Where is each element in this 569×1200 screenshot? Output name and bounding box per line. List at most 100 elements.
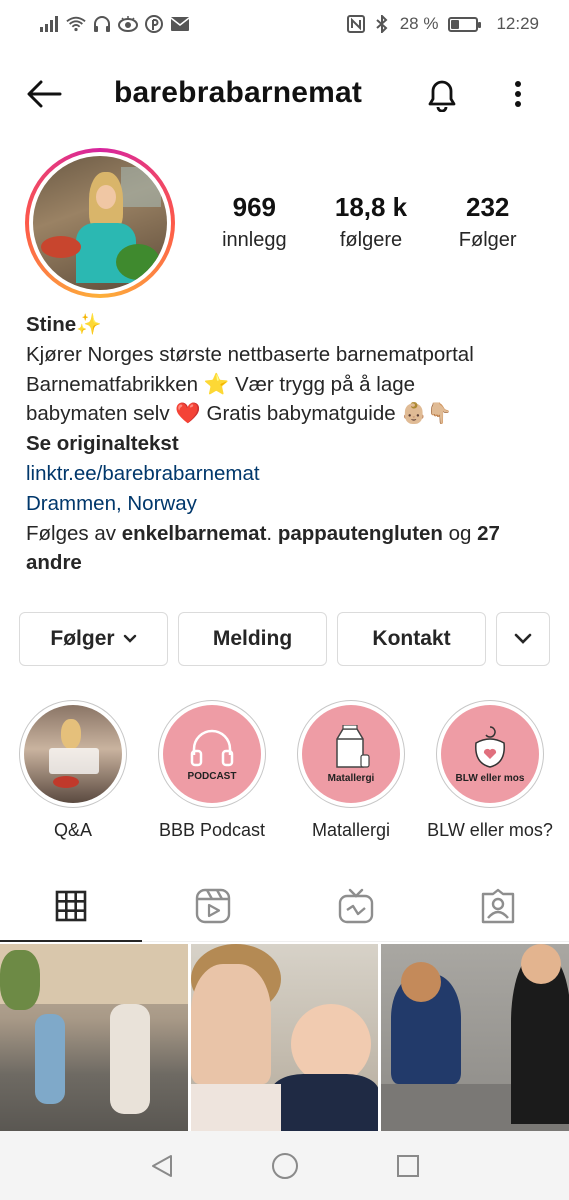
followed-by-line[interactable]: Følges av enkelbarnemat. pappautengluten… xyxy=(26,519,546,579)
milk-carton-icon xyxy=(336,724,370,768)
battery-percent: 28 % xyxy=(399,14,439,33)
following-button[interactable]: Følger xyxy=(19,612,168,666)
highlight-image-text: PODCAST xyxy=(187,770,237,782)
suggested-accounts-button[interactable] xyxy=(496,612,550,666)
stat-posts[interactable]: 969 innlegg xyxy=(196,192,313,252)
clock: 12:29 xyxy=(496,14,539,33)
story-highlights: Q&A PODCAST BBB Podcast Matallergi Matal… xyxy=(0,700,569,850)
post-thumbnail[interactable] xyxy=(190,944,379,1131)
post-baby xyxy=(290,1004,371,1084)
bio-line-1: Kjører Norges største nettbaserte barnem… xyxy=(26,342,474,366)
post-child-2 xyxy=(110,1004,150,1114)
chevron-down-icon xyxy=(514,633,532,644)
see-original-text-link[interactable]: Se originaltekst xyxy=(26,429,546,459)
post-child-1 xyxy=(35,1014,65,1104)
igtv-icon xyxy=(338,888,373,923)
chevron-down-icon xyxy=(123,634,136,643)
tagged-icon xyxy=(481,888,515,923)
tab-reels[interactable] xyxy=(142,870,284,941)
bio-line-2: Barnematfabrikken ⭐ Vær trygg på å lage xyxy=(26,370,546,400)
highlight-matallergi[interactable]: Matallergi Matallergi xyxy=(286,700,416,841)
tab-posts-grid[interactable] xyxy=(0,870,143,942)
highlight-blw-image: BLW eller mos xyxy=(441,705,539,803)
following-count: 232 xyxy=(465,192,510,222)
pinterest-icon xyxy=(144,15,164,33)
back-arrow-icon xyxy=(27,80,62,108)
post-tree xyxy=(0,950,40,1010)
bio-line-2-text-b: Vær trygg på å lage xyxy=(229,372,416,396)
highlight-ring: PODCAST xyxy=(158,700,266,808)
profile-stats: 969 innlegg 18,8 k følgere 232 Følger xyxy=(196,192,546,252)
followed-by-separator: . xyxy=(266,521,278,545)
avatar-vegetables xyxy=(116,244,161,281)
username-title: barebrabarnemat xyxy=(114,76,363,109)
baby-pointing-emoji: 👶🏼👇🏼 xyxy=(401,402,453,426)
bio-website-link[interactable]: linktr.ee/barebrabarnemat xyxy=(26,459,546,489)
stat-following[interactable]: 232 Følger xyxy=(429,192,546,252)
avatar-window xyxy=(121,166,162,207)
profile-name: Stine xyxy=(26,313,77,336)
bio-line-3-text-b: Gratis babymatguide xyxy=(200,402,402,426)
message-button[interactable]: Melding xyxy=(178,612,327,666)
bio-location-link[interactable]: Drammen, Norway xyxy=(26,489,546,519)
bio-line-3-text-a: babymaten selv xyxy=(26,402,176,426)
highlight-photo-person xyxy=(61,718,82,749)
more-options-button[interactable] xyxy=(500,74,536,114)
followers-label: følgere xyxy=(339,229,403,251)
followers-count: 18,8 k xyxy=(334,192,408,222)
post-dress xyxy=(190,1084,281,1131)
avatar xyxy=(33,156,167,290)
nav-home-button[interactable] xyxy=(265,1146,305,1186)
grid-icon xyxy=(55,890,87,921)
stat-followers[interactable]: 18,8 k følgere xyxy=(313,192,430,252)
contact-button[interactable]: Kontakt xyxy=(337,612,486,666)
tab-tagged[interactable] xyxy=(427,870,569,941)
profile-bio: Stine✨ Kjører Norges største nettbaserte… xyxy=(26,310,546,578)
highlight-qa-image xyxy=(24,705,122,803)
bib-icon xyxy=(475,725,505,768)
highlight-qa[interactable]: Q&A xyxy=(8,700,138,841)
back-triangle-icon xyxy=(151,1154,172,1177)
recents-square-icon xyxy=(396,1154,419,1177)
highlight-photo-caption-box xyxy=(49,748,100,775)
highlight-label: Q&A xyxy=(53,820,92,840)
post-baby-shirt xyxy=(270,1074,379,1131)
highlight-label: Matallergi xyxy=(311,820,391,840)
post-thumbnail[interactable] xyxy=(381,944,569,1131)
nfc-icon xyxy=(346,15,366,33)
followed-by-user-1[interactable]: enkelbarnemat xyxy=(122,522,267,545)
nav-recents-button[interactable] xyxy=(388,1146,428,1186)
system-navigation-bar xyxy=(0,1131,569,1200)
wifi-icon xyxy=(66,15,86,33)
highlight-image-text: Matallergi xyxy=(327,772,375,784)
highlight-podcast[interactable]: PODCAST BBB Podcast xyxy=(147,700,277,841)
notifications-button[interactable] xyxy=(422,74,462,114)
more-vertical-icon xyxy=(515,81,521,107)
followed-by-user-2[interactable]: pappautengluten xyxy=(278,522,443,545)
bio-line-3: babymaten selv ❤️ Gratis babymatguide 👶🏼… xyxy=(26,399,546,429)
headphones-icon xyxy=(190,729,234,766)
post-grid xyxy=(0,944,569,1131)
posts-label: innlegg xyxy=(222,229,287,251)
highlight-podcast-image: PODCAST xyxy=(163,705,261,803)
posts-count: 969 xyxy=(232,192,277,222)
home-circle-icon xyxy=(271,1152,298,1179)
message-button-label: Melding xyxy=(212,627,293,650)
bio-line-2-text-a: Barnematfabrikken xyxy=(26,372,204,396)
back-button[interactable] xyxy=(24,76,64,112)
highlight-photo-pan xyxy=(53,775,80,788)
highlight-blw[interactable]: BLW eller mos BLW eller mos? xyxy=(425,700,555,841)
highlight-ring: BLW eller mos xyxy=(436,700,544,808)
profile-avatar-story-ring[interactable] xyxy=(25,148,175,298)
battery-icon xyxy=(448,16,482,32)
battery-level xyxy=(451,19,459,29)
bell-icon xyxy=(428,80,456,112)
post-thumbnail[interactable] xyxy=(0,944,188,1131)
following-label: Følger xyxy=(458,229,517,251)
star-emoji: ⭐ xyxy=(203,372,230,396)
nav-back-button[interactable] xyxy=(142,1146,182,1186)
headset-icon xyxy=(92,15,112,33)
profile-actions: Følger Melding Kontakt xyxy=(19,612,550,666)
tab-igtv[interactable] xyxy=(285,870,427,941)
followed-by-prefix: Følges av xyxy=(26,521,122,545)
